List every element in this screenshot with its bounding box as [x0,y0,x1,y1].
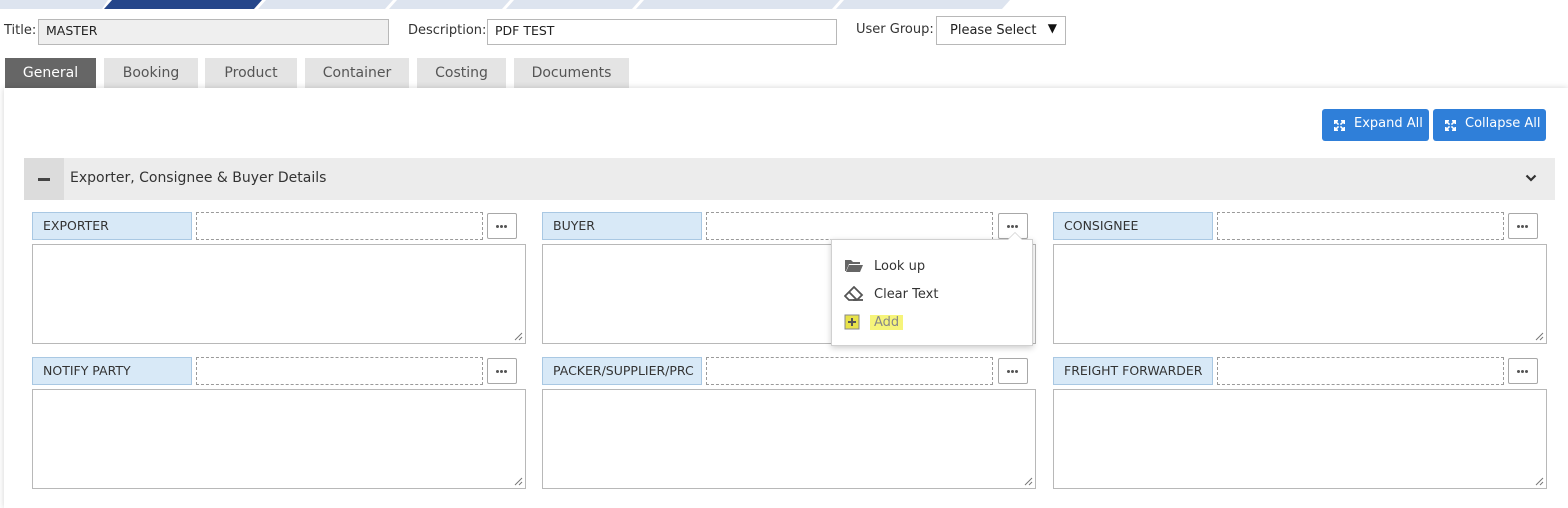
expand-all-label: Expand All [1354,116,1423,131]
more-icon [1007,225,1010,228]
description-label: Description: [408,23,487,38]
more-icon [496,225,499,228]
tab-booking[interactable]: Booking [104,58,198,89]
expand-icon [1334,120,1345,131]
menu-item-label: Clear Text [874,287,939,302]
user-group-select[interactable]: Please Select ▼ [936,16,1066,45]
buyer-context-menu: Look up Clear Text Add [831,232,1033,346]
expand-all-button[interactable]: Expand All [1322,109,1429,141]
resize-grip-icon[interactable] [1023,476,1033,486]
title-input[interactable]: MASTER [38,19,389,45]
exporter-more-button[interactable] [487,213,517,239]
tab-costing[interactable]: Costing [417,58,506,89]
folder-open-icon [845,260,863,272]
exporter-textarea[interactable] [32,244,526,344]
more-icon [1007,370,1010,373]
packer-supplier-code-input[interactable] [706,357,993,385]
dropdown-arrow-icon: ▼ [1047,21,1057,35]
exporter-code-input[interactable] [196,212,483,240]
packer-supplier-textarea[interactable] [542,389,1036,489]
resize-grip-icon[interactable] [513,331,523,341]
menu-item-label: Add [870,315,904,330]
section-header[interactable]: Exporter, Consignee & Buyer Details [24,158,1555,200]
more-icon [1517,225,1520,228]
eraser-icon [844,286,864,301]
resize-grip-icon[interactable] [513,476,523,486]
collapse-all-label: Collapse All [1465,116,1541,131]
more-icon [1517,370,1520,373]
tab-general[interactable]: General [5,58,96,89]
tab-product[interactable]: Product [205,58,297,89]
party-label-freight-forwarder: FREIGHT FORWARDER [1053,357,1213,385]
more-icon [496,370,499,373]
party-label-exporter: EXPORTER [32,212,192,240]
description-input[interactable]: PDF TEST [487,19,837,45]
title-label: Title: [4,23,37,38]
user-group-value: Please Select [950,23,1037,38]
user-group-label: User Group: [856,22,934,37]
collapse-section-icon[interactable] [24,158,64,200]
notify-party-code-input[interactable] [196,357,483,385]
buyer-code-input[interactable] [706,212,993,240]
party-label-notify-party: NOTIFY PARTY [32,357,192,385]
resize-grip-icon[interactable] [1534,476,1544,486]
progress-steps [0,0,1568,9]
consignee-textarea[interactable] [1053,244,1547,344]
menu-caret [1007,232,1023,240]
collapse-all-button[interactable]: Collapse All [1433,109,1546,141]
tab-documents[interactable]: Documents [514,58,629,89]
plus-square-icon [844,314,860,330]
party-label-consignee: CONSIGNEE [1053,212,1213,240]
resize-grip-icon[interactable] [1534,331,1544,341]
collapse-icon [1445,120,1456,131]
menu-item-label: Look up [874,259,926,274]
consignee-code-input[interactable] [1217,212,1504,240]
section-title: Exporter, Consignee & Buyer Details [70,170,327,186]
consignee-more-button[interactable] [1508,213,1538,239]
packer-supplier-more-button[interactable] [998,358,1028,384]
party-label-buyer: BUYER [542,212,702,240]
chevron-down-icon[interactable] [1525,172,1537,184]
tab-container[interactable]: Container [305,58,409,89]
party-label-packer-supplier: PACKER/SUPPLIER/PRC [542,357,702,385]
notify-party-textarea[interactable] [32,389,526,489]
freight-forwarder-textarea[interactable] [1053,389,1547,489]
freight-forwarder-code-input[interactable] [1217,357,1504,385]
notify-party-more-button[interactable] [487,358,517,384]
freight-forwarder-more-button[interactable] [1508,358,1538,384]
